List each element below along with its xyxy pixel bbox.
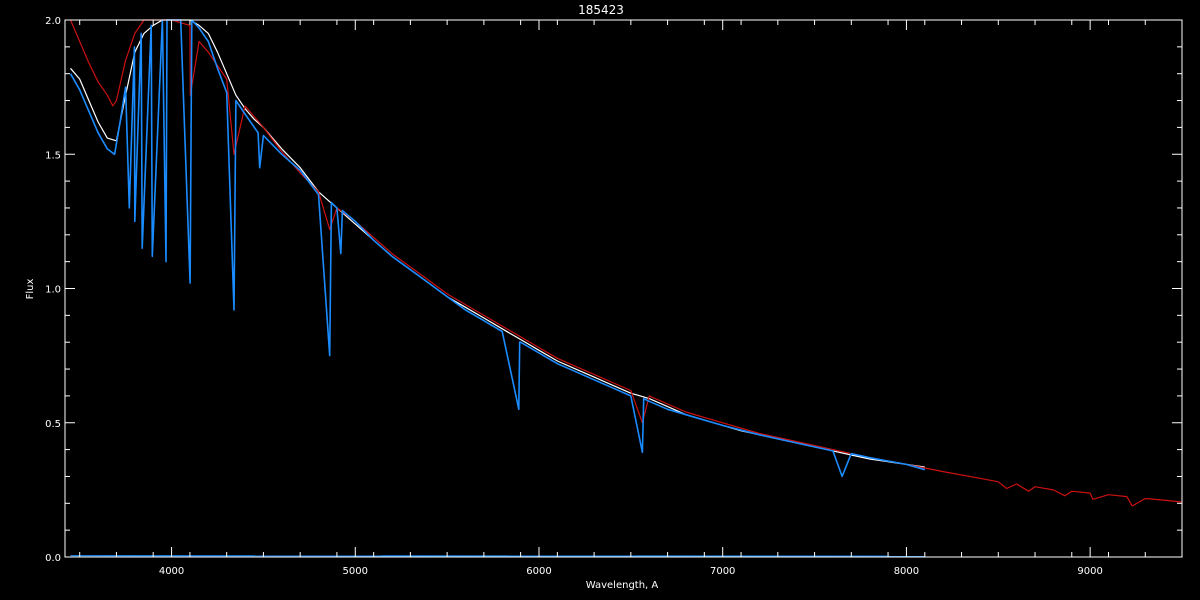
y-tick-label: 0.5 (45, 419, 61, 430)
y-axis-label: Flux (25, 279, 36, 300)
y-tick-label: 1.0 (45, 285, 61, 296)
x-tick-label: 8000 (894, 566, 919, 577)
y-tick-label: 2.0 (45, 16, 61, 27)
x-tick-label: 4000 (159, 566, 184, 577)
x-tick-label: 9000 (1077, 566, 1102, 577)
spectrum-chart: 185423 4000 5000 6000 7000 8000 9000 0.0 0.5 1.… (0, 0, 1200, 600)
y-tick-label: 0.0 (45, 553, 61, 564)
series-line-baseline (70, 555, 925, 557)
x-tick-label: 7000 (710, 566, 735, 577)
chart-background (0, 0, 1200, 600)
y-tick-label: 1.5 (45, 150, 61, 161)
x-axis-label: Wavelength, A (586, 580, 659, 591)
x-tick-label: 5000 (343, 566, 368, 577)
x-tick-label: 6000 (526, 566, 551, 577)
chart-title: 185423 (578, 3, 624, 17)
